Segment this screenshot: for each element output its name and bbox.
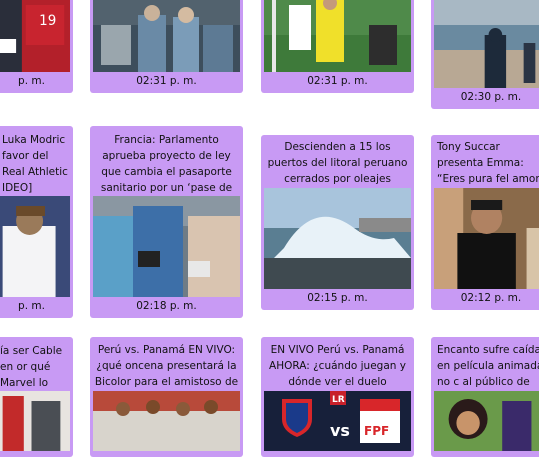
news-card-1[interactable]: 19 p. m. <box>0 0 73 93</box>
news-card-5[interactable]: Luka Modric favor del Real Athletic IDEO… <box>0 126 73 318</box>
news-time: p. m. <box>18 75 45 87</box>
vs-text: vs <box>330 421 350 440</box>
news-title: Tony Succar presenta Emma: “Eres pura fe… <box>437 141 539 185</box>
news-time: 02:12 p. m. <box>460 292 522 304</box>
news-time: 02:31 p. m. <box>136 75 197 87</box>
news-image: LR vs FPF <box>264 391 411 451</box>
news-image <box>434 0 539 88</box>
news-card-11[interactable]: EN VIVO Perú vs. Panamá AHORA: ¿cuándo j… <box>261 337 414 457</box>
jersey-number: 19 <box>39 13 56 29</box>
news-image <box>434 391 539 451</box>
news-image <box>93 0 240 72</box>
news-time: 02:30 p. m. <box>460 91 522 103</box>
news-image <box>93 196 240 297</box>
lr-logo: LR <box>332 395 345 405</box>
news-time: 02:15 p. m. <box>307 292 368 304</box>
news-image <box>0 391 70 451</box>
news-card-7[interactable]: Descienden a 15 los puertos del litoral … <box>261 135 414 310</box>
news-time: 02:31 p. m. <box>307 75 368 87</box>
news-image: 19 <box>0 0 70 72</box>
news-card-8[interactable]: Tony Succar presenta Emma: “Eres pura fe… <box>431 135 539 310</box>
news-image <box>434 188 539 289</box>
news-card-4[interactable]: 02:30 p. m. <box>431 0 539 109</box>
news-title: Luka Modric favor del Real Athletic IDEO… <box>2 134 68 194</box>
fpf-logo: FPF <box>364 424 389 438</box>
news-card-2[interactable]: 02:31 p. m. <box>90 0 243 93</box>
news-card-9[interactable]: ía ser Cable en or qué Marvel lo ozó? <box>0 337 73 457</box>
news-image <box>264 188 411 289</box>
news-card-6[interactable]: Francia: Parlamento aprueba proyecto de … <box>90 126 243 318</box>
news-image <box>0 196 70 297</box>
news-time: 02:18 p. m. <box>136 300 197 312</box>
news-image <box>264 0 411 72</box>
news-card-3[interactable]: 02:31 p. m. <box>261 0 414 93</box>
news-card-12[interactable]: Encanto sufre caída en película animada … <box>431 337 539 457</box>
news-time: p. m. <box>18 300 45 312</box>
news-image <box>93 391 240 451</box>
news-card-10[interactable]: Perú vs. Panamá EN VIVO: ¿qué oncena pre… <box>90 337 243 457</box>
